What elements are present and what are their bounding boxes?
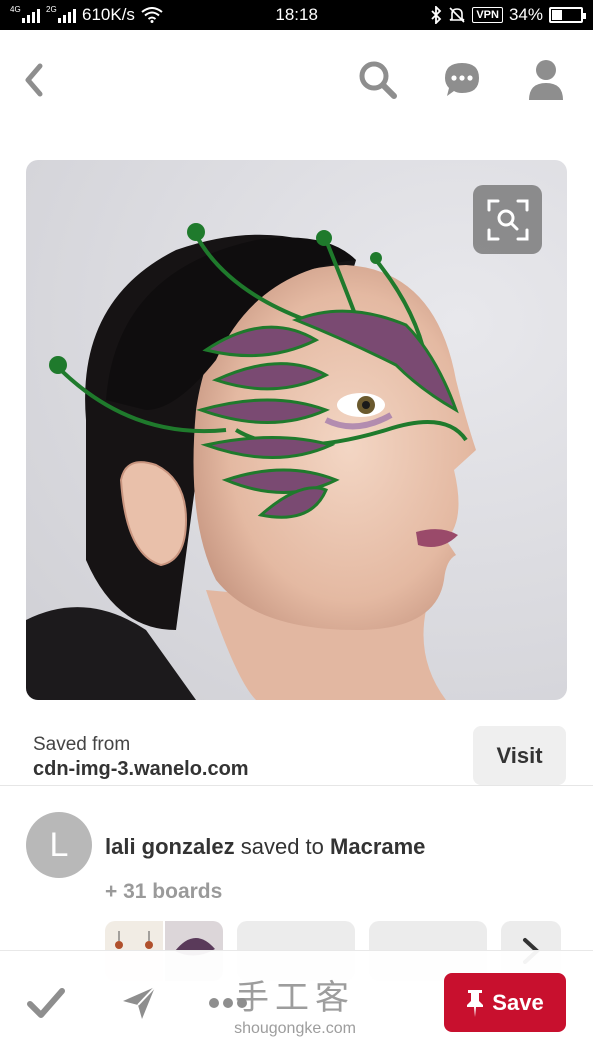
profile-button[interactable]	[524, 58, 568, 102]
status-bar: 4G 2G 610K/s 18:18 VPN 34%	[0, 0, 593, 30]
vpn-badge: VPN	[472, 7, 503, 23]
source-row: Saved from cdn-img-3.wanelo.com Visit	[0, 722, 593, 790]
status-right: VPN 34%	[430, 5, 586, 25]
watermark-text: 手工客	[235, 978, 355, 1018]
boards-count-link[interactable]: + 31 boards	[105, 880, 222, 904]
divider	[0, 785, 593, 786]
wifi-icon	[141, 7, 163, 23]
messages-button[interactable]	[440, 58, 484, 102]
saved-from-label: Saved from	[33, 734, 131, 755]
battery-icon	[548, 7, 586, 23]
source-domain-link[interactable]: cdn-img-3.wanelo.com	[33, 758, 249, 781]
network-speed: 610K/s	[82, 5, 135, 24]
mute-bell-icon	[449, 7, 465, 23]
signal-icon: 2G	[46, 5, 76, 23]
pushpin-icon	[467, 989, 484, 1017]
visual-search-button[interactable]	[473, 185, 542, 254]
avatar[interactable]: L	[26, 812, 92, 878]
saver-name-link[interactable]: lali gonzalez	[105, 834, 235, 859]
back-button[interactable]	[20, 60, 60, 104]
save-button-label: Save	[492, 989, 544, 1015]
chevron-left-icon	[25, 63, 43, 97]
saver-line: lali gonzalez saved to Macrame	[105, 834, 425, 860]
saver-action-text: saved to	[240, 834, 324, 859]
send-icon	[123, 986, 156, 1019]
network-type-label: 4G	[10, 5, 21, 14]
battery-percent: 34%	[508, 5, 543, 24]
send-button[interactable]	[117, 981, 161, 1025]
done-button[interactable]	[24, 981, 68, 1025]
chat-bubble-icon	[445, 63, 479, 96]
search-icon	[359, 61, 397, 99]
check-icon	[27, 988, 65, 1018]
board-name-link[interactable]: Macrame	[330, 834, 425, 859]
save-button[interactable]: Save	[444, 973, 566, 1032]
watermark-url: shougongke.com	[234, 1020, 356, 1037]
network-type-label: 2G	[46, 5, 57, 14]
signal-icon: 4G	[10, 5, 40, 23]
watermark: 手工客 shougongke.com	[200, 978, 390, 1038]
status-left: 4G 2G 610K/s	[10, 5, 163, 25]
top-actions	[356, 58, 568, 102]
top-bar	[0, 30, 593, 135]
user-icon	[529, 60, 563, 100]
visual-search-icon	[487, 199, 528, 240]
visit-button[interactable]: Visit	[473, 726, 566, 785]
bluetooth-icon	[431, 6, 442, 24]
clock: 18:18	[275, 5, 318, 24]
search-button[interactable]	[356, 58, 400, 102]
